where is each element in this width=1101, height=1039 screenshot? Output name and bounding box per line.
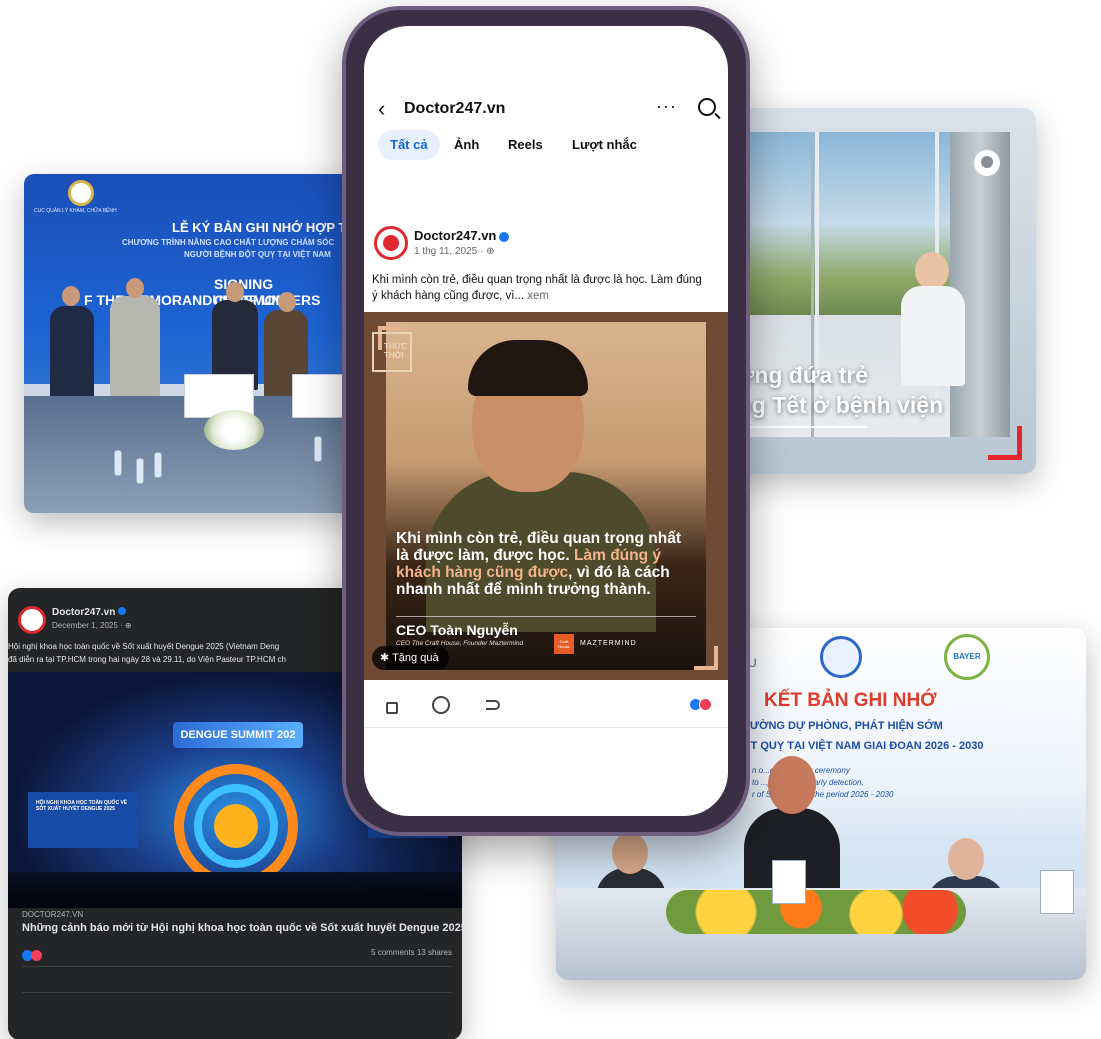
link-domain: DOCTOR247.VN [22,910,84,919]
water-bottle [136,458,144,484]
stage-screen-left: HỘI NGHỊ KHOA HỌC TOÀN QUỐC VỀ SỐT XUẤT … [28,792,138,848]
search-icon[interactable] [698,98,716,116]
person-head [126,278,144,298]
thumbs-up-icon [386,702,398,714]
banner-subtitle-1: CHƯƠNG TRÌNH NÂNG CAO CHẤT LƯỢNG CHĂM SÓ… [122,238,335,247]
link-title[interactable]: Những cảnh báo mới từ Hội nghị khoa học … [22,922,462,934]
gift-icon: ✱ [380,652,393,664]
profile-icon[interactable] [974,150,1000,176]
water-bottle [314,436,322,462]
verified-badge-icon [499,231,510,242]
frame-corner-bottom-right [694,646,718,670]
person-hair [468,340,588,396]
banner-subtitle-2: NGƯỜI BỆNH ĐỘT QUỴ TẠI VIỆT NAM [184,250,331,259]
ministry-seal-icon [68,180,94,206]
reaction-summary[interactable] [689,698,712,716]
quote-text: Khi mình còn trẻ, điều quan trọng nhất l… [396,530,682,598]
comment-icon [432,696,450,714]
page-avatar[interactable] [18,606,46,634]
stage-banner: DENGUE SUMMIT 202 [173,722,303,748]
water-bottle [114,450,122,476]
mou-subheading-2: ỘT QUỴ TẠI VIỆT NAM GIAI ĐOẠN 2026 - 203… [742,740,984,752]
craft-house-logo: Craft House [554,634,574,654]
comment-button[interactable] [432,696,452,716]
reactions[interactable] [22,948,44,961]
page-title: Doctor247.vn [404,100,506,117]
like-button[interactable] [376,696,398,716]
post-author[interactable]: Doctor247.vn [414,228,510,243]
person-head [62,286,80,306]
see-more-link[interactable]: xem [527,290,549,302]
guest-left-head [612,832,648,874]
maztermind-logo: MAZTERMIND [580,640,637,647]
post-date: 1 thg 11, 2025 · ⊕ [414,246,495,257]
ceo-name: CEO Toàn Nguyễn [396,622,518,638]
reel-caption: Những đứa trẻ trông Tết ở bệnh viện [707,360,997,420]
signing-ceremony-photo-card[interactable]: CỤC QUẢN LÝ KHÁM, CHỮA BỆNH LỄ KÝ BẢN GH… [24,174,354,513]
post-date: December 1, 2025 · ⊕ [52,621,132,630]
portrait-photo [386,322,706,670]
chevron-left-icon[interactable]: ‹ [378,98,385,120]
guest-right-head [948,838,984,880]
child-head [915,252,949,290]
divider [22,966,452,967]
tab-mentions[interactable]: Lượt nhắc [572,130,637,160]
speaker-head [768,756,816,814]
mou-heading: KẾT BẢN GHI NHỚ [764,690,937,711]
person-head [278,292,296,312]
thuc-thoi-logo: THỨC THỜI [372,332,412,372]
post-actions-bar [364,686,728,728]
person-head [226,282,244,302]
frame-corner-bottom-right [988,426,1022,460]
desk-flag [1040,870,1074,914]
reel-caption-line: Những đứa trẻ [707,362,869,388]
page-name[interactable]: Doctor247.vn [52,607,127,618]
mou-subheading-1: CƯỜNG DỰ PHÒNG, PHÁT HIỆN SỚM [742,720,943,732]
love-reaction-icon [699,698,712,711]
post-avatar[interactable] [374,226,408,260]
tab-photos[interactable]: Ảnh [454,130,479,160]
post-image[interactable]: THỨC THỜI Khi mình còn trẻ, điều quan tr… [364,312,728,680]
audience [8,872,462,908]
ministry-logo-icon [820,636,862,678]
bayer-logo: BAYER [944,634,990,680]
share-icon [486,700,500,710]
flower-arrangement [666,890,966,934]
phone-mockup: ‹ Doctor247.vn ··· Tất cả Ảnh Reels Lượt… [342,6,750,836]
tab-all[interactable]: Tất cả [378,130,440,160]
share-button[interactable] [484,696,504,716]
tab-reels[interactable]: Reels [508,130,543,160]
post-caption: Khi mình còn trẻ, điều quan trọng nhất l… [372,274,702,302]
banner-title-vi: LỄ KÝ BẢN GHI NHỚ HỢP TÁ [172,220,354,235]
divider [22,992,452,993]
reel-caption-line: trông Tết ở bệnh viện [707,392,944,418]
engagement-stats[interactable]: 5 comments 13 shares [371,948,452,957]
desk-flag [772,860,806,904]
person-figure [110,296,160,396]
gift-button[interactable]: ✱ Tặng quà [372,646,449,670]
quote-divider [396,616,696,617]
water-bottle [154,452,162,478]
stage-logo [214,804,258,848]
phone-screen: ‹ Doctor247.vn ··· Tất cả Ảnh Reels Lượt… [364,26,728,816]
love-reaction-icon [31,950,42,961]
organization-label: CỤC QUẢN LÝ KHÁM, CHỮA BỆNH [34,208,117,214]
more-options-icon[interactable]: ··· [656,96,677,117]
verified-badge-icon [118,607,127,615]
flower-arrangement [204,410,264,450]
